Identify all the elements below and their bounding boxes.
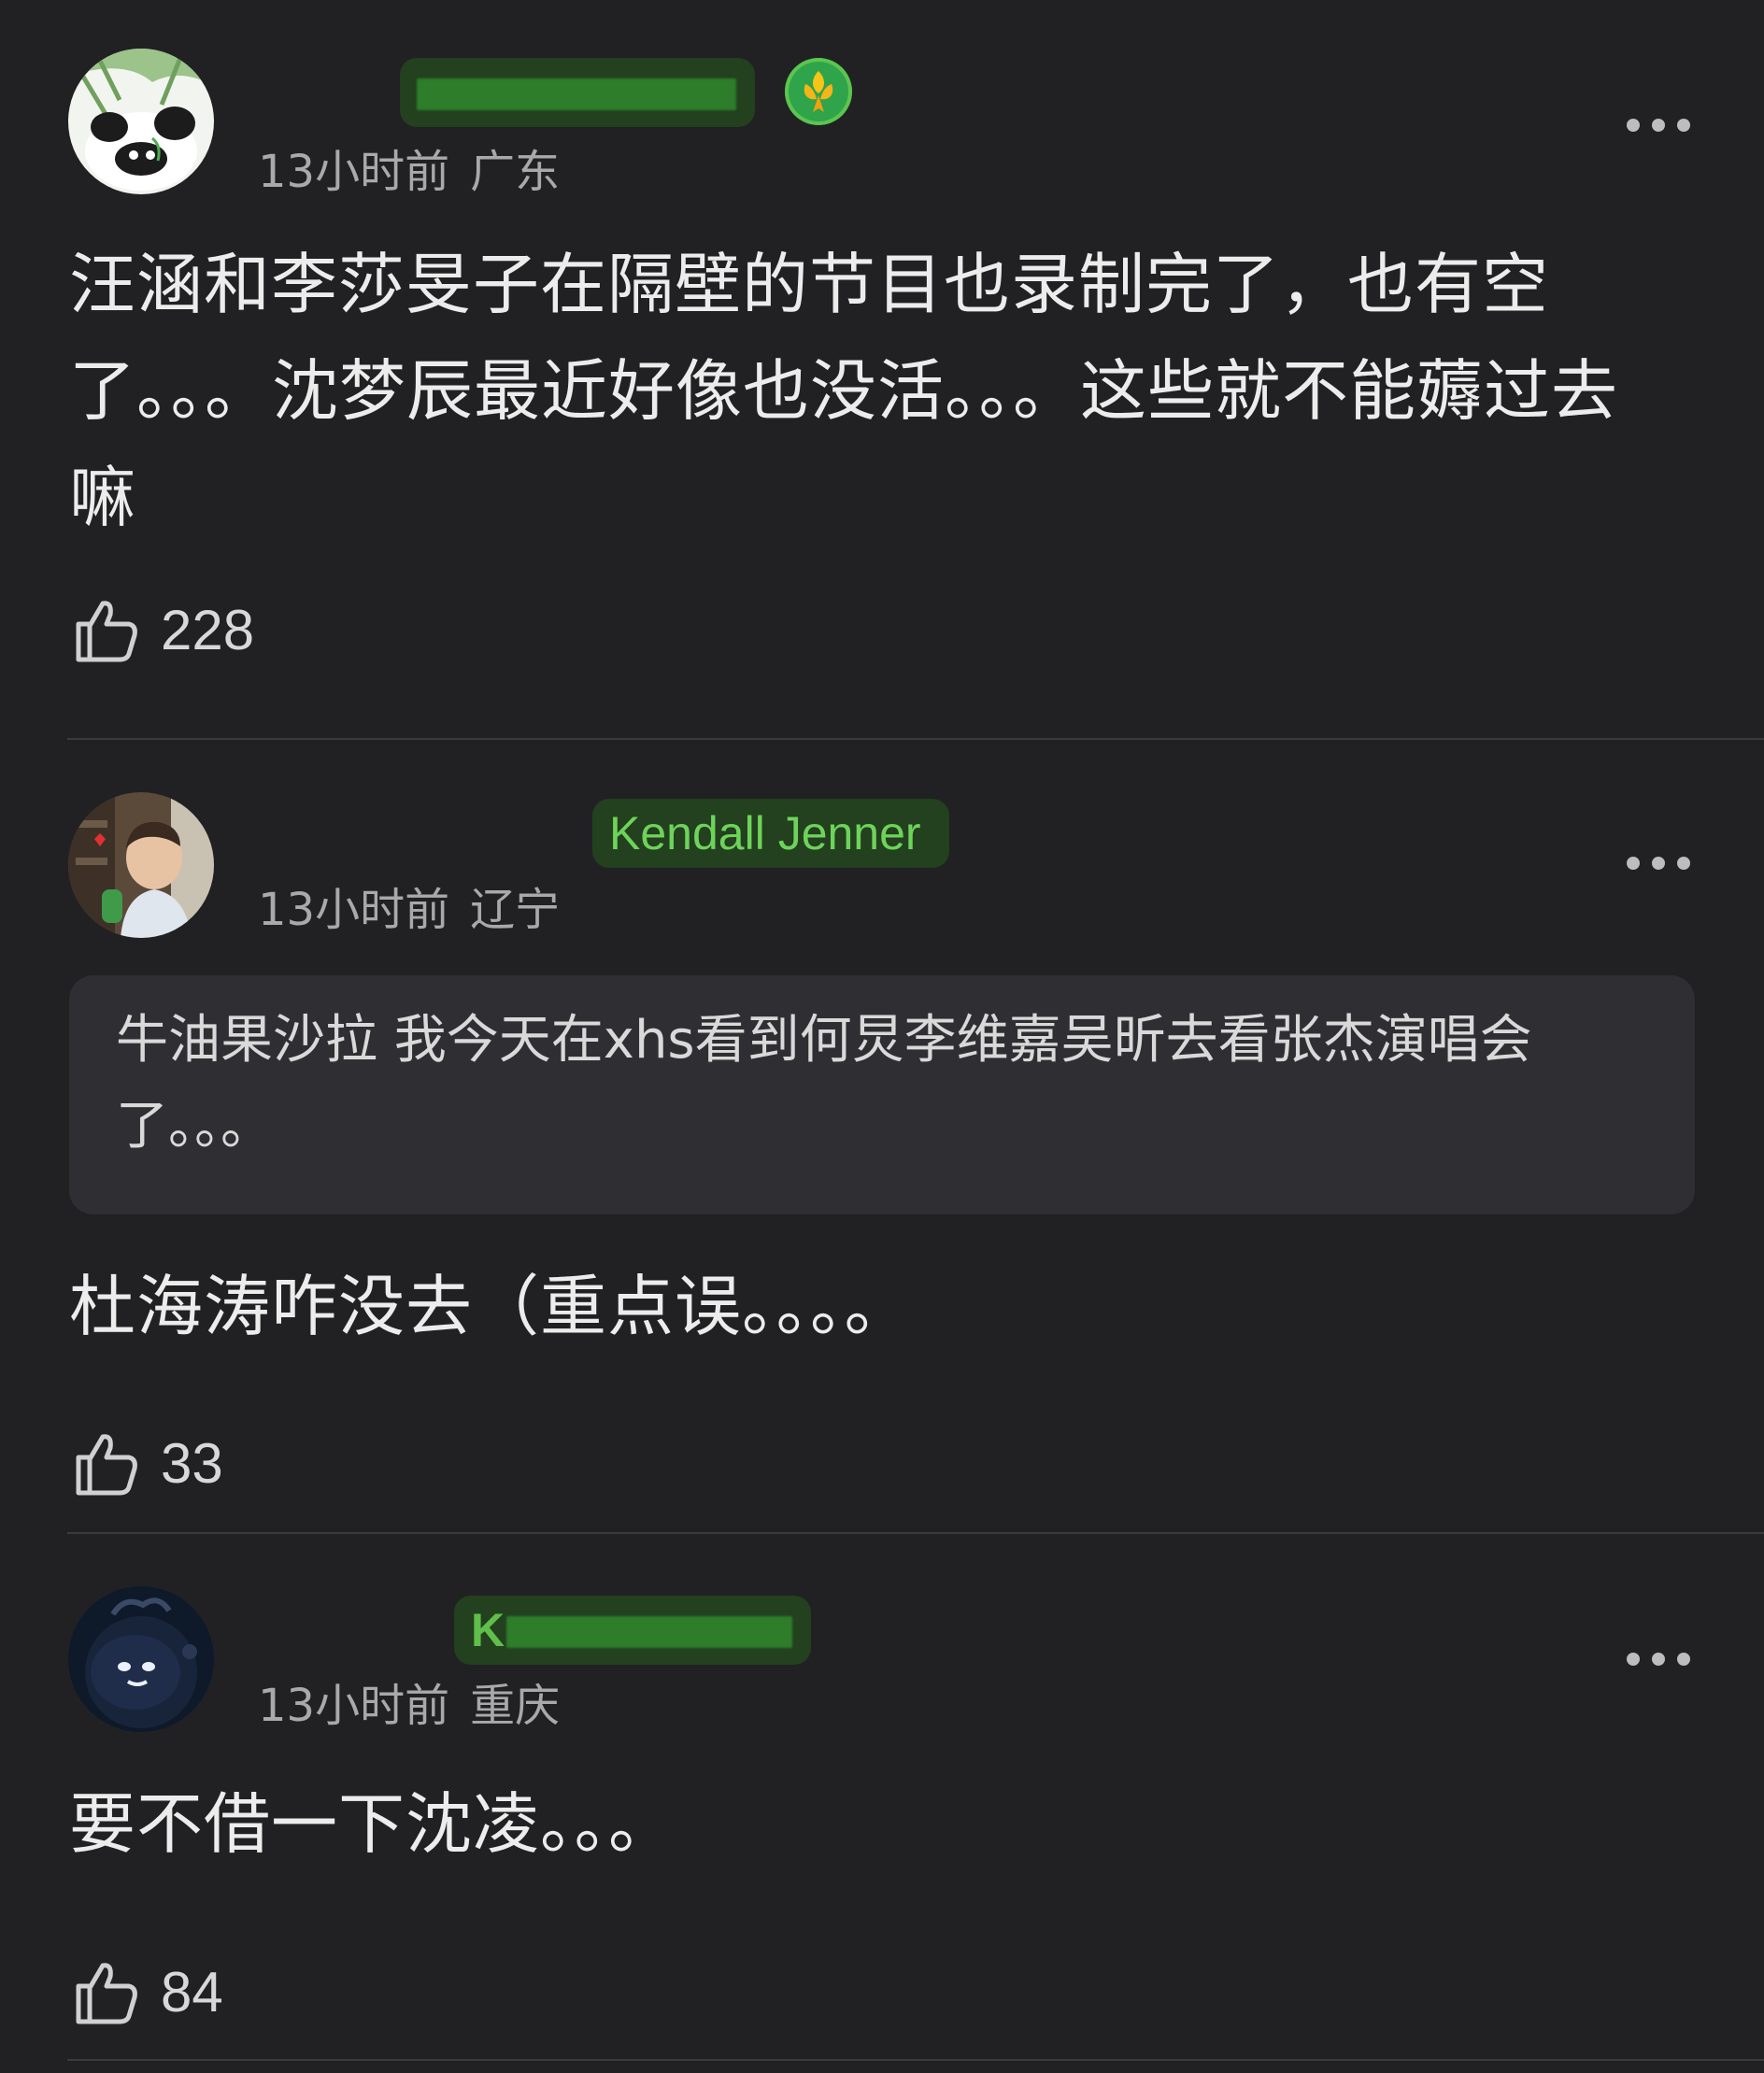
flower-level-badge-icon [785, 58, 852, 125]
thumbs-up-icon [76, 1963, 137, 2024]
comment-text: 汪涵和李莎旻子在隔壁的节目也录制完了，也有空了。。。沈梦辰最近好像也没活。。。这… [69, 246, 1619, 536]
redacted-username [417, 78, 736, 110]
quoted-reply[interactable]: 牛油果沙拉 我今天在xhs看到何炅李维嘉吴昕去看张杰演唱会了。。。 [69, 975, 1695, 1214]
like-count: 84 [161, 1960, 223, 2023]
comment-time: 13小时前 [258, 146, 450, 198]
comment-text: 杜海涛咋没去（重点误。。。。 [69, 1268, 912, 1345]
comment-location: 辽宁 [470, 884, 561, 936]
panda-avatar[interactable] [68, 49, 214, 194]
like-button[interactable]: 228 [71, 592, 254, 667]
comment-item: K 13小时前 重庆 要不借一下沈凌。。。 84 [0, 1534, 1764, 2057]
more-options-icon[interactable] [1624, 854, 1693, 873]
comment-meta: 13小时前 重庆 [258, 1680, 560, 1732]
comment-location: 广东 [470, 146, 561, 198]
child-photo-avatar[interactable] [68, 792, 214, 938]
comment-location: 重庆 [470, 1680, 561, 1732]
like-button[interactable]: 33 [71, 1426, 223, 1500]
like-count: 33 [161, 1431, 223, 1495]
username-text: Kendall Jenner [609, 807, 921, 859]
comment-item: Kendall Jenner 13小时前 辽宁 牛油果沙拉 我今天在xhs看到何炅… [0, 740, 1764, 1534]
redacted-username [506, 1616, 792, 1648]
thumbs-up-icon [76, 601, 137, 662]
comment-meta: 13小时前 广东 [258, 146, 560, 198]
quoted-reply-text: 牛油果沙拉 我今天在xhs看到何炅李维嘉吴昕去看张杰演唱会了。。。 [116, 1010, 1532, 1157]
comment-time: 13小时前 [258, 884, 450, 936]
more-options-icon[interactable] [1624, 116, 1693, 135]
dark-creature-avatar[interactable] [68, 1586, 214, 1732]
more-options-icon[interactable] [1624, 1650, 1693, 1668]
username-badge[interactable] [400, 58, 755, 127]
thumbs-up-icon [76, 1434, 137, 1496]
username-text: K [471, 1604, 505, 1656]
comment-item: 13小时前 广东 汪涵和李莎旻子在隔壁的节目也录制完了，也有空了。。。沈梦辰最近好… [0, 0, 1764, 740]
username-badge[interactable]: K [454, 1596, 811, 1665]
username-badge[interactable]: Kendall Jenner [592, 799, 949, 868]
like-button[interactable]: 84 [71, 1954, 223, 2029]
comment-text: 要不借一下沈凌。。。 [69, 1785, 676, 1863]
comment-divider [67, 2059, 1764, 2061]
comment-meta: 13小时前 辽宁 [258, 884, 560, 936]
comment-time: 13小时前 [258, 1680, 450, 1732]
like-count: 228 [161, 598, 255, 661]
